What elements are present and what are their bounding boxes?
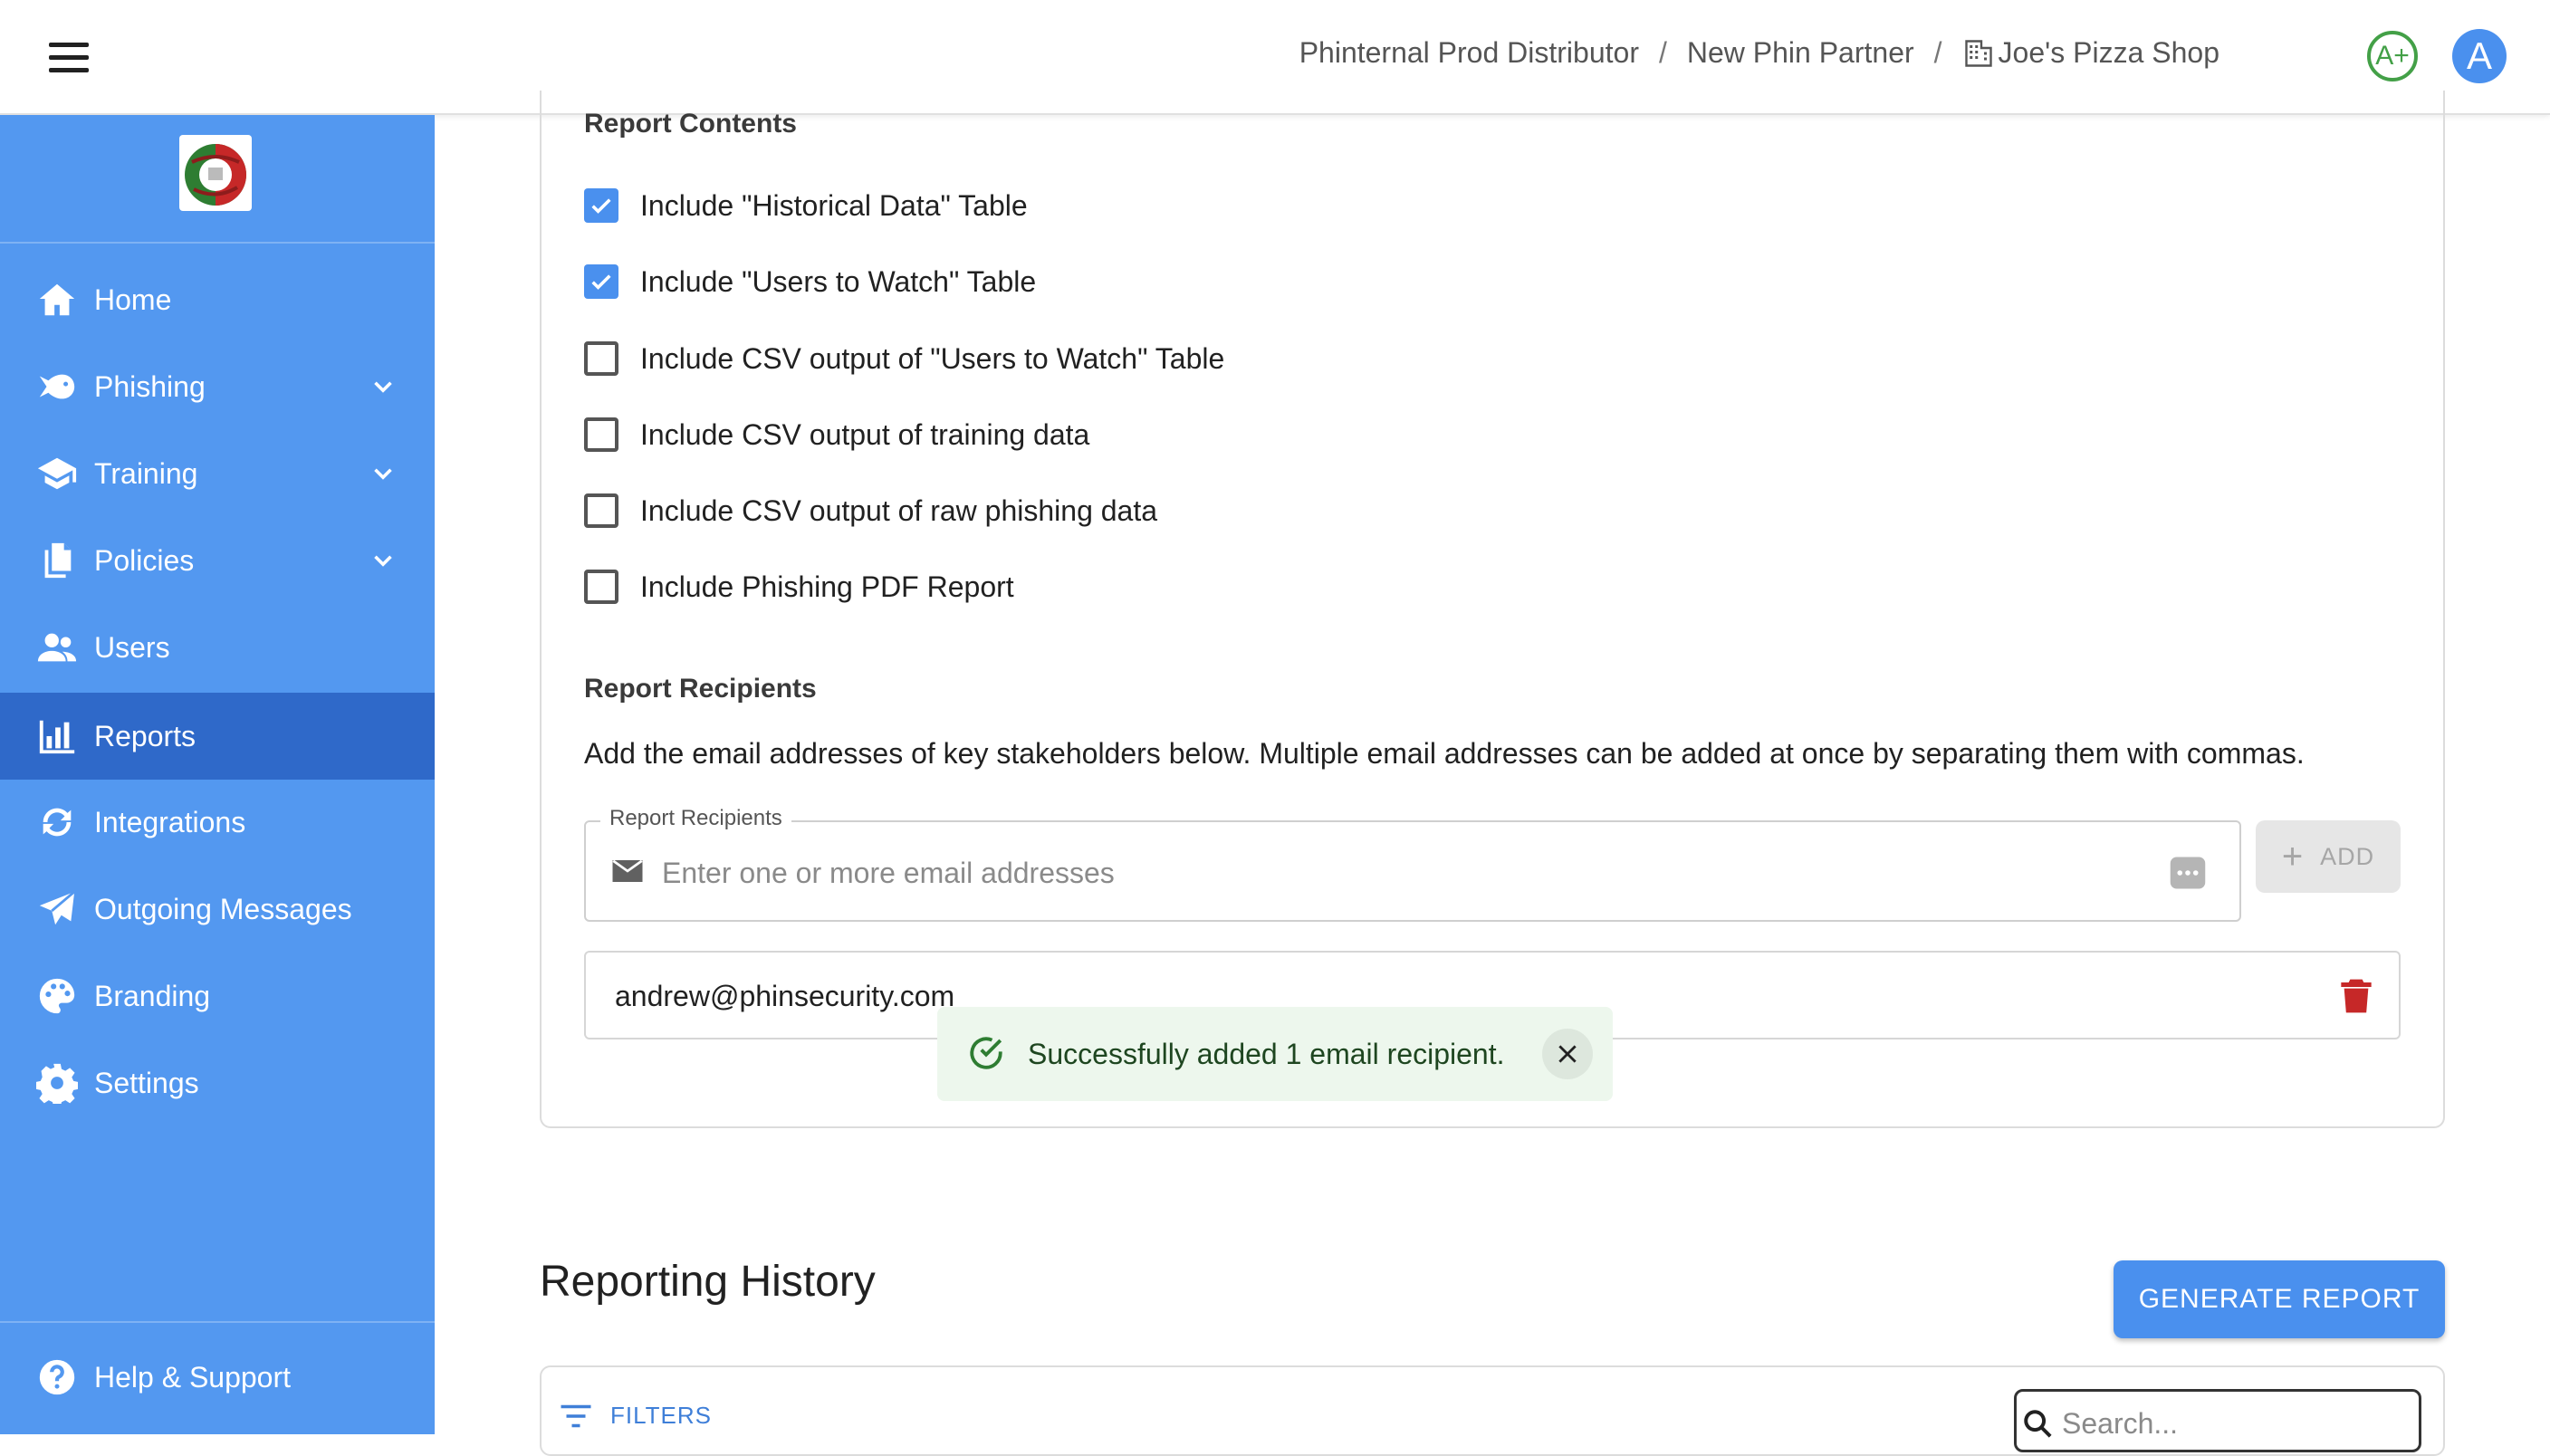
filter-icon <box>561 1404 591 1427</box>
sidebar-item-label: Branding <box>94 979 211 1012</box>
checkbox-csv-users-to-watch[interactable]: Include CSV output of "Users to Watch" T… <box>584 337 1224 380</box>
checkbox-unchecked-icon[interactable] <box>584 341 618 376</box>
graduation-cap-icon <box>37 457 77 490</box>
checkbox-unchecked-icon[interactable] <box>584 493 618 528</box>
checkbox-label: Include CSV output of "Users to Watch" T… <box>640 341 1225 375</box>
checkbox-unchecked-icon[interactable] <box>584 417 618 452</box>
menu-icon[interactable] <box>49 43 89 72</box>
sidebar-item-branding[interactable]: Branding <box>0 953 435 1039</box>
sync-icon <box>43 808 72 837</box>
sidebar: Home Phishing Training Policies Users Re… <box>0 115 435 1434</box>
checkbox-checked-icon[interactable] <box>584 264 618 299</box>
sidebar-item-phishing[interactable]: Phishing <box>0 343 435 430</box>
breadcrumb-customer[interactable]: Joe's Pizza Shop <box>1999 36 2219 70</box>
breadcrumb-separator: / <box>1658 36 1667 69</box>
reporting-history-title: Reporting History <box>540 1258 876 1306</box>
company-logo <box>179 135 252 211</box>
check-circle-icon <box>970 1037 1002 1069</box>
sidebar-item-integrations[interactable]: Integrations <box>0 779 435 866</box>
add-recipient-button[interactable]: + ADD <box>2256 820 2401 893</box>
security-grade-badge[interactable]: A+ <box>2367 31 2418 81</box>
checkbox-phishing-pdf[interactable]: Include Phishing PDF Report <box>584 565 1014 608</box>
sidebar-item-home[interactable]: Home <box>0 256 435 343</box>
recipients-field <box>584 820 2241 922</box>
bar-chart-icon <box>39 720 75 754</box>
breadcrumb: Phinternal Prod Distributor / New Phin P… <box>1299 36 2219 70</box>
sidebar-item-label: Phishing <box>94 369 206 403</box>
sidebar-item-reports[interactable]: Reports <box>0 693 435 780</box>
add-button-label: ADD <box>2320 842 2375 870</box>
sidebar-item-label: Integrations <box>94 805 246 838</box>
checkbox-users-to-watch[interactable]: Include "Users to Watch" Table <box>584 260 1036 303</box>
recipients-help-text: Add the email addresses of key stakehold… <box>584 737 2305 770</box>
trash-icon[interactable] <box>2341 978 2372 1014</box>
sidebar-item-users[interactable]: Users <box>0 604 435 691</box>
home-icon <box>39 283 75 316</box>
checkbox-label: Include "Users to Watch" Table <box>640 264 1037 298</box>
sidebar-item-training[interactable]: Training <box>0 430 435 517</box>
sidebar-item-label: Help & Support <box>94 1360 292 1394</box>
checkbox-unchecked-icon[interactable] <box>584 570 618 604</box>
recipients-input[interactable] <box>660 848 2113 898</box>
sidebar-item-label: Users <box>94 630 170 664</box>
filters-button[interactable]: FILTERS <box>560 1402 712 1430</box>
sidebar-item-settings[interactable]: Settings <box>0 1039 435 1126</box>
plus-icon: + <box>2281 837 2305 876</box>
checkbox-historical-data[interactable]: Include "Historical Data" Table <box>584 184 1028 227</box>
breadcrumb-separator: / <box>1933 36 1942 69</box>
success-toast: Successfully added 1 email recipient. <box>937 1007 1613 1101</box>
report-contents-title: Report Contents <box>584 109 797 139</box>
help-icon <box>39 1359 75 1395</box>
close-icon <box>1558 1045 1577 1063</box>
mail-icon <box>612 859 643 882</box>
users-icon <box>37 633 77 662</box>
report-recipients-title: Report Recipients <box>584 674 817 704</box>
close-toast-button[interactable] <box>1542 1029 1593 1079</box>
breadcrumb-distributor[interactable]: Phinternal Prod Distributor <box>1299 36 1639 70</box>
sidebar-item-label: Settings <box>94 1066 199 1099</box>
chevron-down-icon[interactable] <box>368 545 398 576</box>
documents-icon <box>44 542 72 579</box>
paper-plane-icon <box>39 890 76 925</box>
recipients-field-label: Report Recipients <box>600 806 791 831</box>
sidebar-item-outgoing-messages[interactable]: Outgoing Messages <box>0 866 435 953</box>
recipient-email: andrew@phinsecurity.com <box>615 980 955 1012</box>
chevron-down-icon[interactable] <box>368 458 398 489</box>
breadcrumb-partner[interactable]: New Phin Partner <box>1687 36 1914 70</box>
search-field <box>2014 1389 2421 1452</box>
sidebar-item-label: Outgoing Messages <box>94 892 352 925</box>
gear-icon <box>36 1063 78 1104</box>
sidebar-item-label: Training <box>94 456 198 490</box>
avatar[interactable]: A <box>2452 29 2507 83</box>
toast-message: Successfully added 1 email recipient. <box>1028 1038 1505 1070</box>
checkbox-csv-training-data[interactable]: Include CSV output of training data <box>584 413 1089 456</box>
sidebar-divider <box>0 1321 435 1323</box>
sidebar-item-label: Policies <box>94 543 195 577</box>
sidebar-item-label: Home <box>94 283 172 316</box>
chevron-down-icon[interactable] <box>368 371 398 402</box>
fish-icon <box>39 374 75 399</box>
more-options-icon[interactable] <box>2169 855 2207 891</box>
filters-label: FILTERS <box>610 1402 712 1429</box>
building-icon <box>1964 39 1992 67</box>
sidebar-item-label: Reports <box>94 719 197 752</box>
palette-icon <box>39 978 75 1014</box>
checkbox-csv-raw-phishing[interactable]: Include CSV output of raw phishing data <box>584 489 1157 532</box>
sidebar-item-help[interactable]: Help & Support <box>0 1334 435 1421</box>
checkbox-label: Include "Historical Data" Table <box>640 188 1028 222</box>
checkbox-label: Include Phishing PDF Report <box>640 570 1014 603</box>
search-input[interactable] <box>2060 1403 2408 1444</box>
checkbox-label: Include CSV output of training data <box>640 417 1090 451</box>
checkbox-checked-icon[interactable] <box>584 188 618 223</box>
generate-report-button[interactable]: GENERATE REPORT <box>2114 1260 2445 1338</box>
sidebar-logo-area <box>0 115 435 244</box>
checkbox-label: Include CSV output of raw phishing data <box>640 493 1158 527</box>
sidebar-item-policies[interactable]: Policies <box>0 517 435 604</box>
